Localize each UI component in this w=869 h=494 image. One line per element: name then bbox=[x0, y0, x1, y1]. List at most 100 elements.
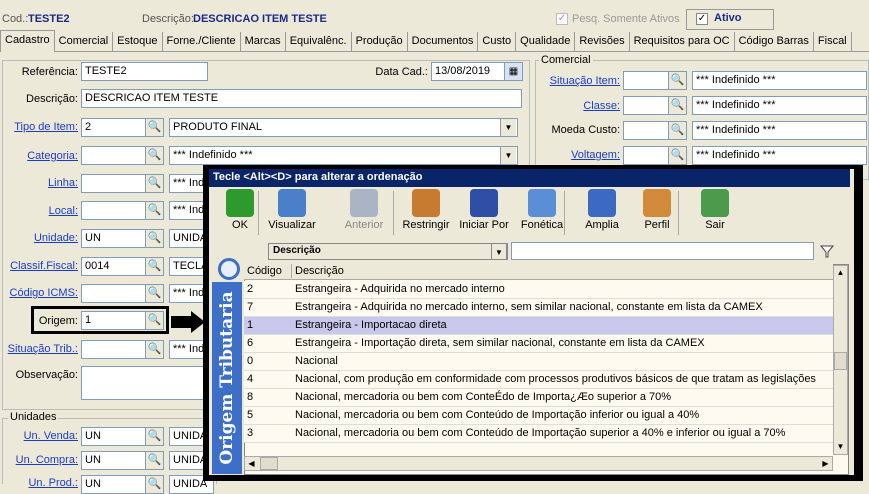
un-venda-link[interactable]: Un. Venda: bbox=[2, 430, 78, 442]
codigo-icms-lookup-icon[interactable]: 🔍 bbox=[145, 284, 164, 303]
unidade-lookup-icon[interactable]: 🔍 bbox=[145, 229, 164, 248]
scroll-up-icon[interactable]: ▲ bbox=[834, 266, 847, 279]
un-venda-code-input[interactable]: UN bbox=[81, 427, 146, 446]
table-row[interactable]: 1 Estrangeira - Importacao direta bbox=[244, 317, 833, 335]
linha-link[interactable]: Linha: bbox=[2, 177, 78, 189]
table-row[interactable]: 5 Nacional, mercadoria ou bem com Conteúd… bbox=[244, 407, 833, 425]
un-compra-code-input[interactable]: UN bbox=[81, 451, 146, 470]
table-row[interactable]: 4 Nacional, com produção em conformidade … bbox=[244, 371, 833, 389]
table-row[interactable]: 0 Nacional bbox=[244, 353, 833, 371]
tab-equival-nc-[interactable]: Equivalênc. bbox=[286, 32, 352, 52]
pesq-ativos-checkbox[interactable]: ✓ bbox=[556, 13, 568, 25]
scroll-down-icon[interactable]: ▼ bbox=[834, 440, 847, 453]
table-row[interactable]: 8 Nacional, mercadoria ou bem com ConteÉd… bbox=[244, 389, 833, 407]
referencia-input[interactable]: TESTE2 bbox=[81, 62, 208, 81]
tipo-item-dropdown-icon[interactable]: ▼ bbox=[500, 119, 516, 136]
scroll-thumb[interactable] bbox=[834, 352, 847, 370]
tab-c-digo-barras[interactable]: Código Barras bbox=[735, 32, 814, 52]
codigo-icms-link[interactable]: Código ICMS: bbox=[2, 287, 78, 299]
search-field-select[interactable]: Descrição bbox=[268, 243, 508, 260]
ativo-checkbox[interactable]: ✓ bbox=[696, 13, 708, 25]
tab-qualidade[interactable]: Qualidade bbox=[516, 32, 576, 52]
un-prod-lookup-icon[interactable]: 🔍 bbox=[145, 475, 164, 494]
tab-comercial[interactable]: Comercial bbox=[55, 32, 114, 52]
linha-code-input[interactable] bbox=[81, 174, 146, 193]
toolbar-ok-button[interactable]: OK bbox=[210, 189, 270, 231]
categoria-dropdown-icon[interactable]: ▼ bbox=[500, 147, 516, 164]
unidade-code-input[interactable]: UN bbox=[81, 229, 146, 248]
toolbar-sair-button[interactable]: Sair bbox=[685, 189, 745, 231]
local-code-input[interactable] bbox=[81, 201, 146, 220]
table-row[interactable]: 6 Estrangeira - Importação direta, sem si… bbox=[244, 335, 833, 353]
col-codigo-header[interactable]: Código bbox=[244, 264, 292, 278]
classe-lookup-icon[interactable]: 🔍 bbox=[668, 96, 687, 115]
horizontal-scrollbar[interactable] bbox=[244, 456, 833, 471]
situacao-trib-link[interactable]: Situação Trib.: bbox=[2, 343, 78, 355]
situacao-item-lookup-icon[interactable]: 🔍 bbox=[668, 71, 687, 90]
moeda-custo-lookup-icon[interactable]: 🔍 bbox=[668, 121, 687, 140]
un-prod-link[interactable]: Un. Prod.: bbox=[2, 477, 78, 489]
un-compra-lookup-icon[interactable]: 🔍 bbox=[145, 451, 164, 470]
toolbar-iniciar-por-button[interactable]: Iniciar Por bbox=[454, 189, 514, 231]
linha-lookup-icon[interactable]: 🔍 bbox=[145, 174, 164, 193]
tab-requisitos-para-oc[interactable]: Requisitos para OC bbox=[630, 32, 735, 52]
tab-custo[interactable]: Custo bbox=[478, 32, 517, 52]
calendar-icon[interactable]: ▦ bbox=[504, 63, 522, 80]
desc-label: Descrição: bbox=[142, 13, 194, 25]
categoria-lookup-icon[interactable]: 🔍 bbox=[145, 146, 164, 165]
tab-marcas[interactable]: Marcas bbox=[241, 32, 286, 52]
tab-estoque[interactable]: Estoque bbox=[113, 32, 163, 52]
tab-revis-es[interactable]: Revisões bbox=[575, 32, 630, 52]
voltagem-lookup-icon[interactable]: 🔍 bbox=[668, 146, 687, 165]
classe-link[interactable]: Classe: bbox=[540, 100, 620, 112]
scroll-left-icon[interactable]: ◀ bbox=[245, 457, 258, 470]
table-row[interactable]: 2 Estrangeira - Adquirida no mercado inte… bbox=[244, 281, 833, 299]
classif-fiscal-lookup-icon[interactable]: 🔍 bbox=[145, 257, 164, 276]
tipo-item-link[interactable]: Tipo de Item: bbox=[2, 121, 78, 133]
tab-documentos[interactable]: Documentos bbox=[408, 32, 479, 52]
classif-fiscal-link[interactable]: Classif.Fiscal: bbox=[2, 260, 78, 272]
categoria-link[interactable]: Categoria: bbox=[2, 150, 78, 162]
origem-code-input[interactable]: 1 bbox=[81, 311, 146, 330]
window-maximize-icon bbox=[588, 189, 616, 217]
categoria-code-input[interactable] bbox=[81, 146, 146, 165]
origem-lookup-icon[interactable]: 🔍 bbox=[145, 311, 164, 330]
toolbar-visualizar-button[interactable]: Visualizar bbox=[262, 189, 322, 231]
situacao-item-link[interactable]: Situação Item: bbox=[540, 75, 620, 87]
toolbar-amplia-button[interactable]: Amplia bbox=[572, 189, 632, 231]
descricao-input[interactable]: DESCRICAO ITEM TESTE bbox=[81, 89, 522, 108]
tab-produ-o[interactable]: Produção bbox=[352, 32, 408, 52]
situacao-item-code-input[interactable] bbox=[623, 71, 670, 90]
table-row[interactable]: 3 Nacional, mercadoria ou bem com Conteúd… bbox=[244, 425, 833, 443]
toolbar-anterior-button[interactable]: Anterior bbox=[334, 189, 394, 231]
search-input[interactable] bbox=[511, 242, 814, 260]
tipo-item-lookup-icon[interactable]: 🔍 bbox=[145, 118, 164, 137]
unidade-link[interactable]: Unidade: bbox=[2, 232, 78, 244]
classe-code-input[interactable] bbox=[623, 96, 670, 115]
un-venda-lookup-icon[interactable]: 🔍 bbox=[145, 427, 164, 446]
local-lookup-icon[interactable]: 🔍 bbox=[145, 201, 164, 220]
observacao-textarea[interactable] bbox=[81, 366, 216, 400]
local-link[interactable]: Local: bbox=[2, 205, 78, 217]
moeda-custo-code-input[interactable] bbox=[623, 121, 670, 140]
tab-cadastro[interactable]: Cadastro bbox=[0, 30, 55, 52]
table-row[interactable]: 7 Estrangeira - Adquirida no mercado inte… bbox=[244, 299, 833, 317]
scroll-right-icon[interactable]: ▶ bbox=[819, 457, 832, 470]
toolbar-fon-tica-button[interactable]: Fonética bbox=[512, 189, 572, 231]
toolbar-restringir-button[interactable]: Restringir bbox=[396, 189, 456, 231]
tab-forne-cliente[interactable]: Forne./Cliente bbox=[163, 32, 241, 52]
tipo-item-code-input[interactable]: 2 bbox=[81, 118, 146, 137]
search-field-dropdown-icon[interactable]: ▼ bbox=[491, 243, 507, 260]
filter-funnel-icon[interactable] bbox=[820, 244, 834, 258]
tab-fiscal[interactable]: Fiscal bbox=[814, 32, 852, 52]
hscroll-thumb[interactable] bbox=[260, 457, 278, 470]
un-prod-code-input[interactable]: UN bbox=[81, 475, 146, 494]
voltagem-link[interactable]: Voltagem: bbox=[540, 149, 620, 161]
voltagem-code-input[interactable] bbox=[623, 146, 670, 165]
codigo-icms-code-input[interactable] bbox=[81, 284, 146, 303]
classif-fiscal-code-input[interactable]: 0014 bbox=[81, 257, 146, 276]
situacao-trib-lookup-icon[interactable]: 🔍 bbox=[145, 340, 164, 359]
col-descricao-header[interactable]: Descrição bbox=[292, 264, 833, 278]
situacao-trib-code-input[interactable] bbox=[81, 340, 146, 359]
un-compra-link[interactable]: Un. Compra: bbox=[2, 454, 78, 466]
